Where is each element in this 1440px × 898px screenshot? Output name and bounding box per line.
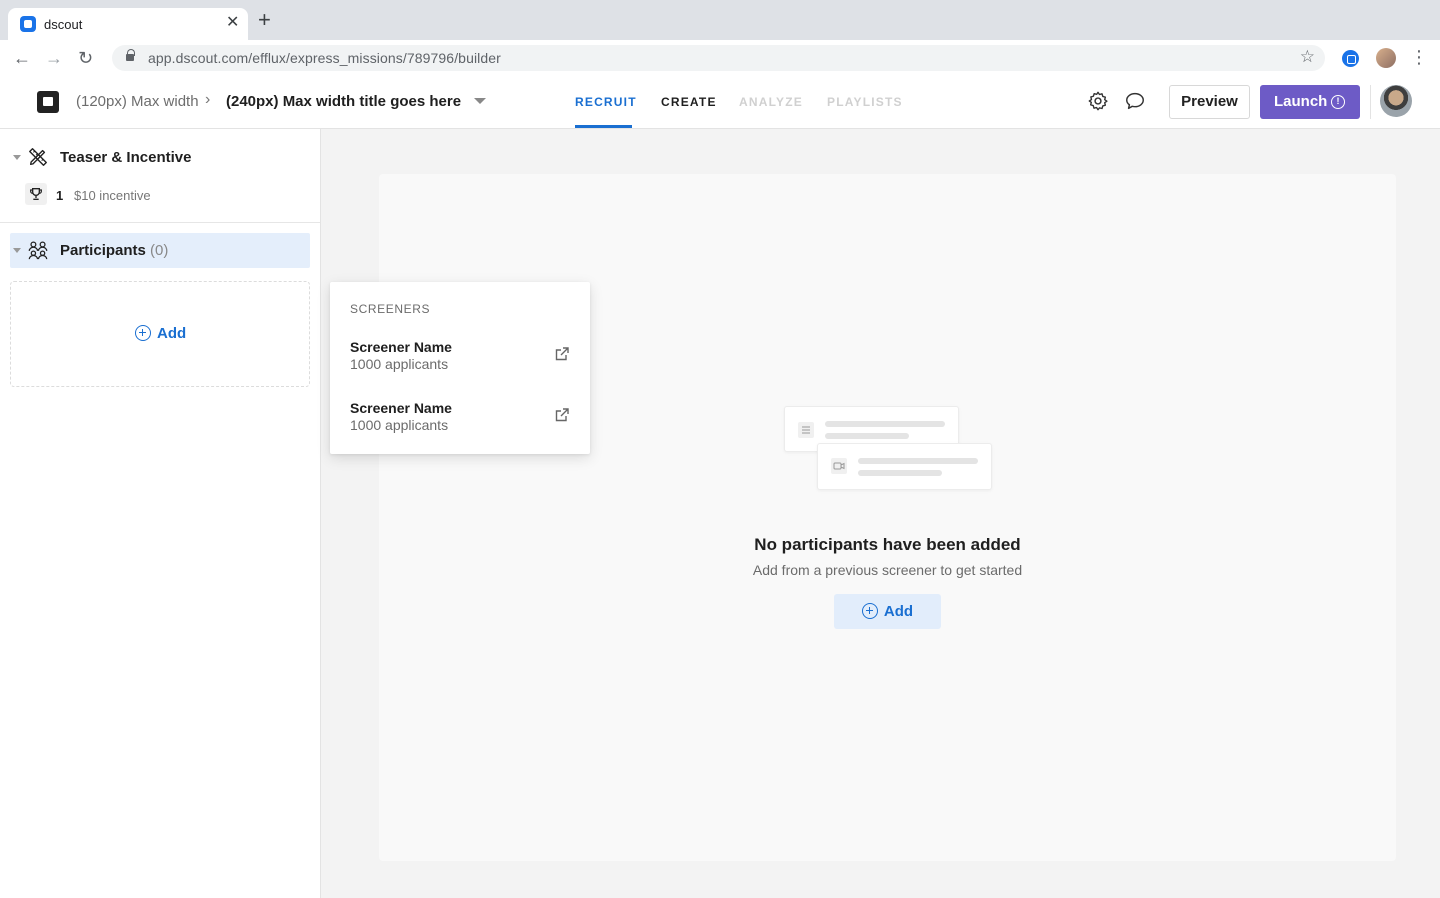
sidebar-add-label: Add <box>157 325 187 342</box>
incentive-text: $10 incentive <box>74 188 151 203</box>
user-avatar[interactable] <box>1380 85 1412 117</box>
add-button-label: Add <box>883 603 914 620</box>
title-dropdown-caret-icon[interactable] <box>474 98 486 104</box>
participants-icon <box>28 241 48 260</box>
screeners-dropdown: SCREENERS Screener Name 1000 applicants … <box>330 282 590 454</box>
app-header: (120px) Max width › (240px) Max width ti… <box>0 76 1440 129</box>
address-bar[interactable]: app.dscout.com/efflux/express_missions/7… <box>112 45 1325 71</box>
incentive-count: 1 <box>56 188 64 203</box>
document-icon <box>798 422 814 438</box>
launch-button[interactable]: Launch ! <box>1260 85 1360 119</box>
launch-label: Launch <box>1274 93 1328 110</box>
tab-create[interactable]: CREATE <box>661 95 717 109</box>
chevron-right-icon: › <box>205 91 211 108</box>
add-participants-button[interactable]: Add <box>834 594 941 629</box>
empty-state-subtitle: Add from a previous screener to get star… <box>752 562 1023 578</box>
url-text: app.dscout.com/efflux/express_missions/7… <box>148 50 501 66</box>
info-icon: ! <box>1331 95 1345 109</box>
mission-title[interactable]: (240px) Max width title goes here <box>226 93 461 110</box>
active-tab-indicator <box>575 125 632 128</box>
sidebar-add-button[interactable]: Add <box>135 325 186 345</box>
back-icon[interactable]: ← <box>13 48 31 68</box>
extension-icon[interactable] <box>1342 50 1359 67</box>
empty-state-card: No participants have been added Add from… <box>379 174 1396 861</box>
gear-icon[interactable] <box>1087 90 1109 112</box>
tab-playlists: PLAYLISTS <box>827 95 903 109</box>
forward-icon[interactable]: → <box>45 48 63 68</box>
comment-icon[interactable] <box>1124 90 1146 112</box>
screener-applicants: 1000 applicants <box>350 417 449 433</box>
browser-tab[interactable]: dscout ✕ <box>8 8 248 40</box>
placeholder-line <box>825 421 945 427</box>
pencil-ruler-icon <box>29 148 47 166</box>
screener-item[interactable]: Screener Name 1000 applicants <box>330 339 590 399</box>
teaser-incentive-title[interactable]: Teaser & Incentive <box>60 149 191 166</box>
breadcrumb-parent[interactable]: (120px) Max width <box>76 93 199 110</box>
collapse-caret-icon[interactable] <box>13 248 21 253</box>
screener-applicants: 1000 applicants <box>350 356 449 372</box>
tab-analyze: ANALYZE <box>739 95 803 109</box>
builder-sidebar: Teaser & Incentive 1 $10 incentive Parti… <box>0 129 321 898</box>
placeholder-line <box>825 433 909 439</box>
screener-name: Screener Name <box>350 400 452 416</box>
reload-icon[interactable]: ↻ <box>78 48 93 68</box>
participants-label-text: Participants <box>60 242 146 259</box>
placeholder-line <box>858 458 978 464</box>
screeners-header: SCREENERS <box>350 302 431 316</box>
close-tab-icon[interactable]: ✕ <box>226 14 239 32</box>
dscout-logo-icon[interactable] <box>37 91 59 113</box>
add-participants-dropzone: Add <box>10 281 310 387</box>
placeholder-line <box>858 470 942 476</box>
tab-recruit[interactable]: RECRUIT <box>575 95 637 109</box>
new-tab-icon[interactable]: + <box>258 9 271 31</box>
header-divider <box>1370 85 1371 119</box>
collapse-caret-icon[interactable] <box>13 155 21 160</box>
tab-title: dscout <box>44 17 83 32</box>
trophy-icon <box>25 183 47 205</box>
browser-menu-icon[interactable]: ⋮ <box>1410 47 1428 67</box>
browser-profile-icon[interactable] <box>1376 48 1396 68</box>
browser-toolbar: ← → ↻ app.dscout.com/efflux/express_miss… <box>0 40 1440 76</box>
bookmark-star-icon[interactable]: ☆ <box>1300 47 1315 67</box>
screener-item[interactable]: Screener Name 1000 applicants <box>330 400 590 460</box>
plus-circle-icon <box>861 603 878 619</box>
illustration-video-card <box>817 443 992 490</box>
participants-label: Participants (0) <box>60 242 168 259</box>
empty-state-title: No participants have been added <box>754 535 1021 554</box>
participants-count: (0) <box>150 242 169 259</box>
screener-name: Screener Name <box>350 339 452 355</box>
dscout-favicon-icon <box>20 16 36 32</box>
preview-button[interactable]: Preview <box>1169 85 1250 119</box>
main-content: No participants have been added Add from… <box>321 129 1440 898</box>
external-link-icon[interactable] <box>554 407 570 423</box>
video-icon <box>831 458 847 474</box>
sidebar-item-participants[interactable]: Participants (0) <box>10 233 310 268</box>
plus-circle-icon <box>135 325 151 341</box>
external-link-icon[interactable] <box>554 346 570 362</box>
sidebar-divider <box>0 222 320 223</box>
lock-icon <box>126 49 135 62</box>
browser-tab-strip: dscout ✕ + <box>0 0 1440 40</box>
